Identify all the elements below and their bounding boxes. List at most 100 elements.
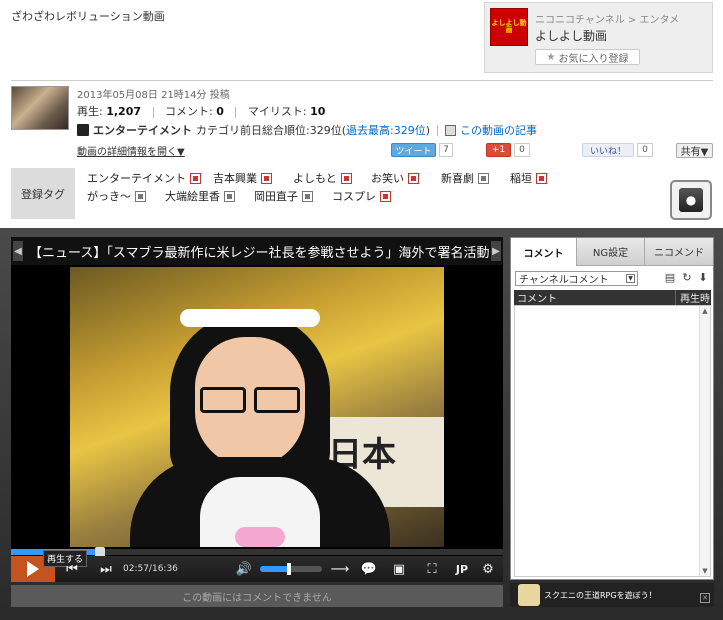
- comments-count: 0: [216, 105, 224, 118]
- chevron-left-icon[interactable]: ◀: [13, 241, 23, 261]
- tab-ng-settings[interactable]: NG設定: [577, 238, 645, 266]
- volume-handle[interactable]: [287, 563, 291, 575]
- tag-link[interactable]: 新喜劇: [441, 170, 474, 186]
- comment-disabled-notice: この動画にはコメントできません: [11, 585, 503, 607]
- dictionary-icon[interactable]: [261, 172, 272, 184]
- tab-comment[interactable]: コメント: [511, 238, 577, 266]
- language-button[interactable]: JP: [452, 556, 472, 582]
- comment-source-value: チャンネルコメント: [519, 275, 609, 286]
- tag-link[interactable]: お笑い: [371, 170, 404, 186]
- rank-suffix: ): [425, 124, 430, 137]
- tag-link[interactable]: コスプレ: [332, 188, 376, 204]
- article-link[interactable]: この動画の記事: [460, 122, 537, 138]
- gplus-count: 0: [514, 143, 530, 157]
- divider: [235, 106, 237, 118]
- dictionary-icon[interactable]: [408, 172, 419, 184]
- dictionary-icon[interactable]: [380, 190, 391, 202]
- channel-name[interactable]: よしよし動画: [535, 27, 607, 44]
- divider: [437, 124, 438, 136]
- tab-nicommend[interactable]: ニコメンド: [645, 238, 713, 266]
- tweet-count: 7: [439, 143, 453, 157]
- rewind-icon[interactable]: ⏮: [60, 556, 84, 582]
- comment-list[interactable]: ▲ ▼: [514, 305, 711, 577]
- tag-section-label: 登録タグ: [11, 168, 75, 219]
- share-menu-button[interactable]: 共有▼: [676, 143, 713, 158]
- tag-edit-button[interactable]: ●: [670, 180, 712, 220]
- crumb-category-link[interactable]: エンタメ: [639, 15, 679, 26]
- tag-item[interactable]: お笑い: [371, 170, 419, 186]
- facebook-like-button[interactable]: いいね！: [582, 143, 634, 157]
- comment-list-header: コメント 再生時: [514, 290, 711, 305]
- video-title-bar: ◀ 【ニュース】「スマブラ最新作に米レジー社長を参戦させよう」海外で署名活動 ▶: [11, 237, 503, 265]
- tag-item[interactable]: 大端絵里香: [165, 188, 235, 204]
- comment-toggle-icon[interactable]: 💬: [358, 556, 380, 582]
- gplus-button[interactable]: +1: [486, 143, 511, 157]
- repeat-arrow-icon[interactable]: ⟶: [329, 556, 351, 582]
- category-icon: [77, 124, 89, 136]
- tag-link[interactable]: 稲垣: [510, 170, 532, 186]
- comments-label: コメント:: [165, 105, 213, 118]
- tag-item[interactable]: 吉本興業: [213, 170, 272, 186]
- plays-count: 1,207: [106, 105, 142, 118]
- tag-item[interactable]: コスプレ: [332, 188, 391, 204]
- channel-breadcrumb: ニコニコチャンネル > エンタメ: [535, 11, 679, 26]
- dictionary-icon[interactable]: [190, 172, 201, 184]
- tag-item[interactable]: エンターテイメント: [87, 170, 201, 186]
- plays-label: 再生:: [77, 105, 103, 118]
- page-title: ざわざわレボリューション動画: [11, 10, 165, 23]
- article-icon: [445, 124, 456, 136]
- ad-text[interactable]: スクエニの王道RPGを遊ぼう！: [544, 590, 657, 601]
- video-stats: 再生: 1,207 コメント: 0 マイリスト: 10: [77, 103, 325, 119]
- favorite-button-label: お気に入り登録: [558, 53, 629, 65]
- comment-list-icon[interactable]: ▤: [664, 271, 676, 284]
- tag-link[interactable]: がっき～: [87, 188, 131, 204]
- rank-best-link[interactable]: 過去最高:329位: [346, 124, 426, 137]
- comment-source-select[interactable]: チャンネルコメント ▼: [515, 271, 638, 286]
- dictionary-icon[interactable]: [340, 172, 352, 184]
- dictionary-icon[interactable]: [536, 172, 547, 184]
- column-comment[interactable]: コメント: [517, 290, 557, 305]
- dictionary-icon[interactable]: [224, 190, 235, 202]
- ad-banner[interactable]: スクエニの王道RPGを遊ぼう！ ✕: [510, 583, 714, 607]
- divider: [152, 106, 154, 118]
- tag-link[interactable]: 岡田直子: [254, 188, 298, 204]
- category-rank: カテゴリ前日総合順位:329位(過去最高:329位): [196, 122, 430, 138]
- scroll-up-icon[interactable]: ▲: [700, 306, 710, 316]
- scroll-down-icon[interactable]: ▼: [700, 566, 710, 576]
- crumb-channel-link[interactable]: ニコニコチャンネル: [535, 15, 625, 26]
- video-person-bow: [235, 527, 285, 547]
- dictionary-icon[interactable]: [302, 190, 313, 202]
- skip-forward-icon[interactable]: ⏭: [94, 556, 118, 582]
- favorite-button[interactable]: ★ お気に入り登録: [535, 49, 640, 65]
- tag-link[interactable]: 大端絵里香: [165, 188, 220, 204]
- tag-link[interactable]: よしもと: [293, 170, 337, 186]
- close-icon[interactable]: ✕: [700, 593, 710, 603]
- refresh-icon[interactable]: ↻: [681, 271, 693, 284]
- detail-toggle-link[interactable]: 動画の詳細情報を開く▼: [77, 143, 185, 158]
- tweet-button[interactable]: ツイート: [391, 143, 436, 157]
- dictionary-icon[interactable]: [478, 172, 489, 184]
- tag-link[interactable]: 吉本興業: [213, 170, 257, 186]
- chevron-right-icon[interactable]: ▶: [491, 241, 501, 261]
- tag-item[interactable]: よしもと: [293, 170, 352, 186]
- fullscreen-icon[interactable]: ⛶: [421, 556, 443, 582]
- channel-logo[interactable]: よしよし動画: [490, 8, 528, 46]
- download-arrow-icon[interactable]: ⬇: [697, 271, 709, 284]
- tag-item[interactable]: 岡田直子: [254, 188, 313, 204]
- scrollbar[interactable]: ▲ ▼: [699, 306, 710, 576]
- dictionary-icon[interactable]: [135, 190, 146, 202]
- video-frame-image[interactable]: 日本: [70, 267, 444, 547]
- video-thumbnail[interactable]: [11, 86, 69, 130]
- category-name[interactable]: エンターテイメント: [93, 122, 192, 138]
- screen-mode-icon[interactable]: ▣: [388, 556, 410, 582]
- tag-item[interactable]: 新喜劇: [441, 170, 489, 186]
- video-person-glasses: [200, 387, 300, 413]
- tag-item[interactable]: がっき～: [87, 188, 146, 204]
- gear-icon[interactable]: ⚙: [478, 556, 498, 582]
- column-playback-time[interactable]: 再生時: [675, 290, 711, 305]
- volume-slider[interactable]: [260, 566, 322, 572]
- tag-item[interactable]: 稲垣: [510, 170, 547, 186]
- tag-link[interactable]: エンターテイメント: [87, 170, 186, 186]
- crumb-separator: >: [627, 15, 637, 26]
- volume-icon[interactable]: 🔊: [233, 556, 255, 582]
